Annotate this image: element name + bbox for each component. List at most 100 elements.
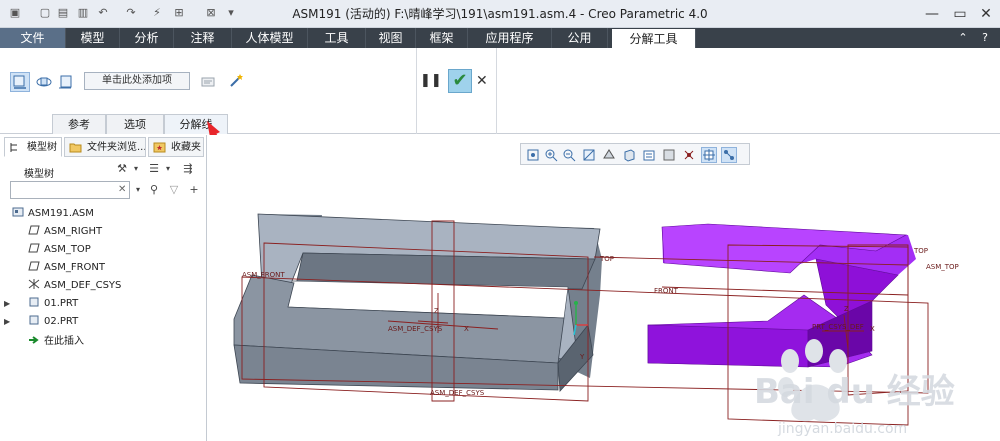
assembly-icon xyxy=(12,207,24,217)
part-icon xyxy=(29,297,39,307)
help-icon[interactable]: ? xyxy=(978,31,992,45)
rotate-icon xyxy=(36,77,52,87)
tab-folder-browser[interactable]: 文件夹浏览... xyxy=(64,137,146,157)
favorites-icon xyxy=(153,142,166,153)
tree-item-label: ASM_RIGHT xyxy=(44,226,103,237)
tree-item-label: ASM191.ASM xyxy=(28,208,94,219)
baidu-watermark: Bai du 经验 jingyan.baidu.com xyxy=(754,339,955,437)
clear-search-icon[interactable]: ✕ xyxy=(118,182,128,198)
part-icon xyxy=(29,315,39,325)
tree-search-input[interactable] xyxy=(10,181,130,199)
tree-item-label: ASM_DEF_CSYS xyxy=(44,280,122,291)
label-front: FRONT xyxy=(654,287,679,295)
find-binoculars-icon[interactable]: ⚲ xyxy=(146,182,162,198)
check-icon: ✔ xyxy=(452,70,468,91)
add-filter-icon[interactable]: + xyxy=(186,182,202,198)
graphics-window[interactable]: ASM_FRONT TOP FRONT TOP ASM_TOP ASM_DEF_… xyxy=(208,135,1000,441)
model-tree-panel: 模型树 文件夹浏览... 收藏夹 模型树 ⚒ ▾ ☰ ▾ ⇶ ✕ ▾ ⚲ ▽ +… xyxy=(0,135,207,441)
tree-item-asm-right[interactable]: ASM_RIGHT xyxy=(28,223,102,241)
datum-plane-icon xyxy=(28,261,40,271)
subtab-explode-lines[interactable]: 分解线 xyxy=(164,114,228,134)
view-plane-motion-button[interactable] xyxy=(56,72,76,92)
label-csys-c: PRT_CSYS_DEF xyxy=(812,323,864,331)
ribbon-tabs: 文件 模型 分析 注释 人体模型 工具 视图 框架 应用程序 公用 分解工具 ⌃… xyxy=(0,28,1000,48)
rotate-motion-button[interactable] xyxy=(34,72,54,92)
settings-dropdown-icon[interactable]: ▾ xyxy=(128,161,144,177)
tree-item-asm191[interactable]: ASM191.ASM xyxy=(12,205,94,223)
tab-tools[interactable]: 工具 xyxy=(308,28,366,48)
expand-01-prt-icon[interactable]: ▶ xyxy=(4,295,12,313)
datum-plane-icon xyxy=(28,225,40,235)
filter-dropdown-icon[interactable]: ▾ xyxy=(160,161,176,177)
label-axis-y: Y xyxy=(579,353,585,361)
tab-annotate[interactable]: 注释 xyxy=(174,28,232,48)
tab-favorites-label: 收藏夹 xyxy=(171,142,201,153)
ribbon-separator xyxy=(496,48,497,134)
search-dropdown-icon[interactable]: ▾ xyxy=(130,182,146,198)
tab-view[interactable]: 视图 xyxy=(366,28,416,48)
reference-collector[interactable]: 单击此处添加项 xyxy=(84,72,190,90)
expand-02-prt-icon[interactable]: ▶ xyxy=(4,313,12,331)
filter-icon[interactable]: ▽ xyxy=(166,182,182,198)
model-tree-icon xyxy=(10,143,17,152)
tree-item-02-prt[interactable]: 02.PRT xyxy=(28,313,78,331)
tab-framework[interactable]: 框架 xyxy=(416,28,468,48)
subtab-options[interactable]: 选项 xyxy=(106,114,164,134)
label-axis-z: Z xyxy=(434,307,439,315)
confirm-button[interactable]: ✔ xyxy=(448,69,472,93)
folder-icon xyxy=(69,143,82,153)
tab-explode-tool[interactable]: 分解工具 xyxy=(612,29,696,48)
window-title: ASM191 (活动的) F:\晴峰学习\191\asm191.asm.4 - … xyxy=(292,7,708,21)
ribbon-panel: 单击此处添加项 ❚❚ ✔ ✕ 参考 选项 分解线 xyxy=(0,48,1000,134)
ribbon-collapse-icon[interactable]: ⌃ xyxy=(956,31,970,45)
maximize-icon[interactable]: ▭ xyxy=(946,0,974,28)
tab-favorites[interactable]: 收藏夹 xyxy=(148,137,204,157)
tree-columns-icon[interactable]: ⇶ xyxy=(180,161,196,177)
label-csys-b: ASM_DEF_CSYS xyxy=(430,389,485,397)
cancel-button[interactable]: ✕ xyxy=(476,72,490,90)
tab-analysis[interactable]: 分析 xyxy=(120,28,174,48)
tab-folder-browser-label: 文件夹浏览... xyxy=(87,142,146,153)
part-01-solid[interactable] xyxy=(233,213,602,392)
tab-model-tree[interactable]: 模型树 xyxy=(4,137,62,157)
csys-icon xyxy=(28,279,40,289)
subtab-references[interactable]: 参考 xyxy=(52,114,106,134)
label-axis-x: X xyxy=(464,325,469,333)
tree-item-label: ASM_FRONT xyxy=(44,262,105,273)
translate-icon xyxy=(13,75,26,89)
ribbon-separator xyxy=(416,48,417,134)
pause-button[interactable]: ❚❚ xyxy=(420,74,442,88)
properties-icon xyxy=(201,77,215,87)
tab-applications[interactable]: 应用程序 xyxy=(468,28,552,48)
tree-item-label: 02.PRT xyxy=(44,316,79,327)
datum-plane-icon xyxy=(28,243,40,253)
title-bar: ▣ ▢ ▤ ▥ ↶ ↷ ⚡ ⊞ ⊠ ▾ ASM191 (活动的) F:\晴峰学习… xyxy=(0,0,1000,28)
properties-button[interactable] xyxy=(198,72,218,92)
tree-item-asm-front[interactable]: ASM_FRONT xyxy=(28,259,105,277)
model-tree-title: 模型树 xyxy=(24,169,54,180)
watermark-brand: Bai du 经验 xyxy=(754,372,955,412)
label-asm-top: ASM_TOP xyxy=(926,263,959,271)
label-top-2: TOP xyxy=(913,247,928,255)
label-axis-z-2: Z xyxy=(844,305,849,313)
insert-arrow-icon xyxy=(29,336,39,344)
magic-wand-icon xyxy=(230,74,243,87)
tree-item-asm-top[interactable]: ASM_TOP xyxy=(28,241,91,259)
tree-item-label: ASM_TOP xyxy=(44,244,91,255)
watermark-url: jingyan.baidu.com xyxy=(777,421,907,437)
tree-item-label: 01.PRT xyxy=(44,298,79,309)
minimize-icon[interactable]: — xyxy=(918,0,946,28)
tree-item-insert-here[interactable]: 在此插入 xyxy=(28,333,84,351)
tree-item-asm-def-csys[interactable]: ASM_DEF_CSYS xyxy=(28,277,121,295)
label-asm-front: ASM_FRONT xyxy=(242,271,285,279)
tab-model[interactable]: 模型 xyxy=(66,28,120,48)
tab-model-tree-label: 模型树 xyxy=(27,142,57,153)
tab-file[interactable]: 文件 xyxy=(0,28,66,48)
tree-item-label: 在此插入 xyxy=(44,336,84,347)
tree-item-01-prt[interactable]: 01.PRT xyxy=(28,295,78,313)
snap-wand-button[interactable] xyxy=(226,70,246,90)
tab-manikin[interactable]: 人体模型 xyxy=(232,28,308,48)
close-icon[interactable]: ✕ xyxy=(972,0,1000,28)
translate-motion-button[interactable] xyxy=(10,72,30,92)
tab-common[interactable]: 公用 xyxy=(552,28,608,48)
